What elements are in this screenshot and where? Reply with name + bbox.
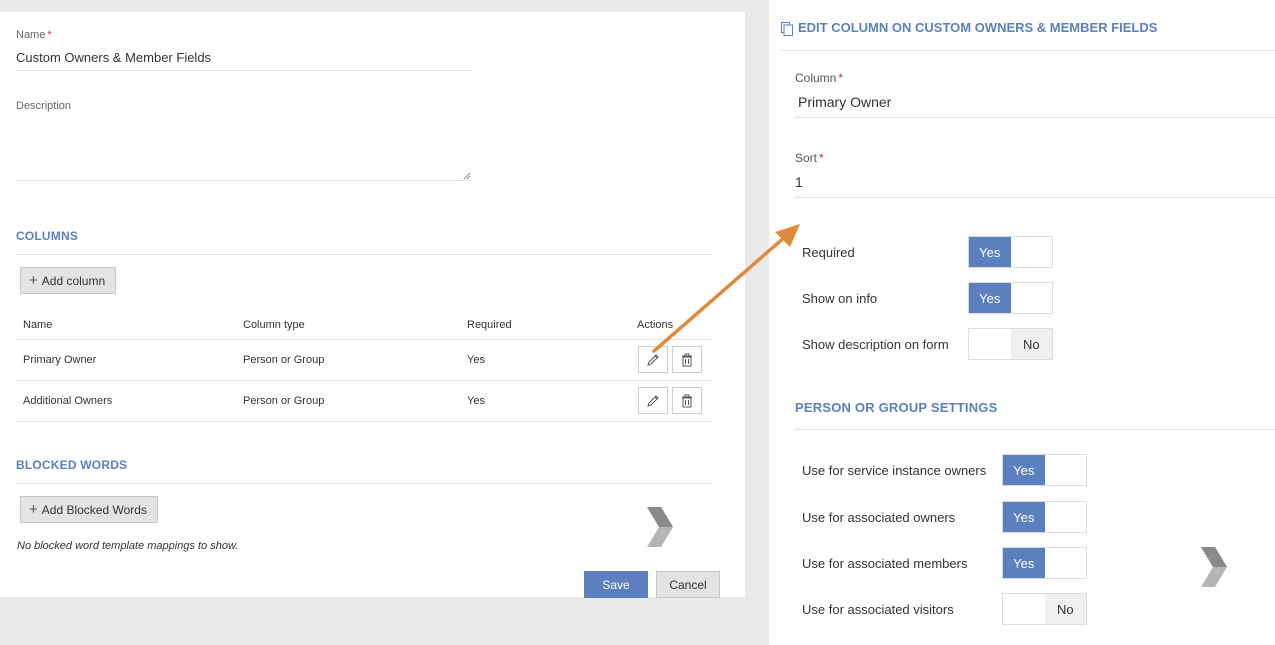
toggle-empty xyxy=(1011,283,1053,313)
save-button[interactable]: Save xyxy=(584,571,648,598)
show-description-toggle-label: Show description on form xyxy=(802,337,949,352)
associated-members-toggle[interactable]: Yes xyxy=(1002,547,1087,579)
blocked-words-section-title: BLOCKED WORDS xyxy=(16,458,128,472)
show-description-toggle[interactable]: No xyxy=(968,328,1053,360)
header-required: Required xyxy=(467,319,512,331)
cancel-button[interactable]: Cancel xyxy=(656,571,720,598)
table-header-divider xyxy=(16,339,712,340)
edit-row-button[interactable] xyxy=(638,387,668,414)
columns-section-title: COLUMNS xyxy=(16,229,79,243)
columns-divider xyxy=(16,254,712,255)
row-primary-owner-required: Yes xyxy=(467,354,485,366)
toggle-empty xyxy=(1011,237,1053,267)
service-owners-toggle[interactable]: Yes xyxy=(1002,454,1087,486)
delete-row-button[interactable] xyxy=(672,346,702,373)
row-additional-owners-type: Person or Group xyxy=(243,395,325,407)
required-toggle-label: Required xyxy=(802,245,855,260)
blocked-words-divider xyxy=(16,483,712,484)
edit-row-button[interactable] xyxy=(638,346,668,373)
toggle-yes: Yes xyxy=(1003,455,1045,485)
description-label: Description xyxy=(16,100,72,112)
custom-fields-form: Name * Custom Owners & Member Fields Desc… xyxy=(0,12,745,598)
row-additional-owners-name: Additional Owners xyxy=(23,395,113,407)
copy-icon xyxy=(781,22,793,36)
header-name: Name xyxy=(23,319,53,331)
plus-icon: + xyxy=(29,501,38,518)
toggle-empty xyxy=(1045,455,1087,485)
panel-title: EDIT COLUMN ON CUSTOM OWNERS & MEMBER FI… xyxy=(798,20,1158,35)
toggle-yes: Yes xyxy=(1003,502,1045,532)
name-underline xyxy=(16,70,471,71)
add-blocked-words-label: Add Blocked Words xyxy=(41,502,147,517)
toggle-empty xyxy=(969,329,1011,359)
resize-grip-icon[interactable] xyxy=(463,172,471,180)
row-primary-owner-name: Primary Owner xyxy=(23,354,97,366)
sort-underline xyxy=(794,197,1275,198)
associated-visitors-toggle-label: Use for associated visitors xyxy=(802,602,954,617)
row-additional-owners-required: Yes xyxy=(467,395,485,407)
description-textarea[interactable] xyxy=(16,122,471,180)
add-blocked-words-button[interactable]: + Add Blocked Words xyxy=(20,496,158,523)
description-underline xyxy=(16,180,471,181)
toggle-yes: Yes xyxy=(969,283,1011,313)
pencil-icon xyxy=(647,394,659,407)
toggle-no: No xyxy=(1044,594,1086,624)
no-blocked-words-message: No blocked word template mappings to sho… xyxy=(17,540,239,552)
service-owners-toggle-label: Use for service instance owners xyxy=(802,463,987,478)
sort-label: Sort * xyxy=(795,151,824,165)
person-group-divider xyxy=(794,429,1275,430)
toggle-empty xyxy=(1045,502,1087,532)
toggle-yes: Yes xyxy=(1003,548,1045,578)
edit-column-panel: EDIT COLUMN ON CUSTOM OWNERS & MEMBER FI… xyxy=(769,0,1275,645)
column-underline xyxy=(794,117,1275,118)
add-column-button[interactable]: + Add column xyxy=(20,267,117,294)
toggle-empty xyxy=(1045,548,1087,578)
add-column-label: Add column xyxy=(41,273,106,288)
show-on-info-toggle-label: Show on info xyxy=(802,291,878,306)
chevron-right-icon xyxy=(1201,547,1227,587)
sort-input[interactable]: 1 xyxy=(795,174,803,190)
chevron-right-icon xyxy=(647,507,673,547)
toggle-yes: Yes xyxy=(969,237,1011,267)
pencil-icon xyxy=(647,353,659,366)
trash-icon xyxy=(682,394,692,407)
name-input[interactable]: Custom Owners & Member Fields xyxy=(16,50,211,65)
column-input[interactable]: Primary Owner xyxy=(798,94,891,110)
trash-icon xyxy=(682,353,692,366)
row-divider xyxy=(16,380,712,381)
panel-title-divider xyxy=(781,50,1275,51)
header-actions: Actions xyxy=(637,319,674,331)
associated-owners-toggle[interactable]: Yes xyxy=(1002,501,1087,533)
associated-members-toggle-label: Use for associated members xyxy=(802,556,968,571)
associated-visitors-toggle[interactable]: No xyxy=(1002,593,1087,625)
name-label: Name * xyxy=(16,29,52,41)
show-on-info-toggle[interactable]: Yes xyxy=(968,282,1053,314)
row-divider xyxy=(16,421,712,422)
person-group-section-title: PERSON OR GROUP SETTINGS xyxy=(795,400,998,415)
plus-icon: + xyxy=(29,272,38,289)
associated-owners-toggle-label: Use for associated owners xyxy=(802,510,956,525)
required-toggle[interactable]: Yes xyxy=(968,236,1053,268)
row-primary-owner-type: Person or Group xyxy=(243,354,325,366)
toggle-empty xyxy=(1003,594,1045,624)
column-label: Column * xyxy=(795,71,844,85)
header-column-type: Column type xyxy=(243,319,305,331)
delete-row-button[interactable] xyxy=(672,387,702,414)
toggle-no: No xyxy=(1010,329,1052,359)
